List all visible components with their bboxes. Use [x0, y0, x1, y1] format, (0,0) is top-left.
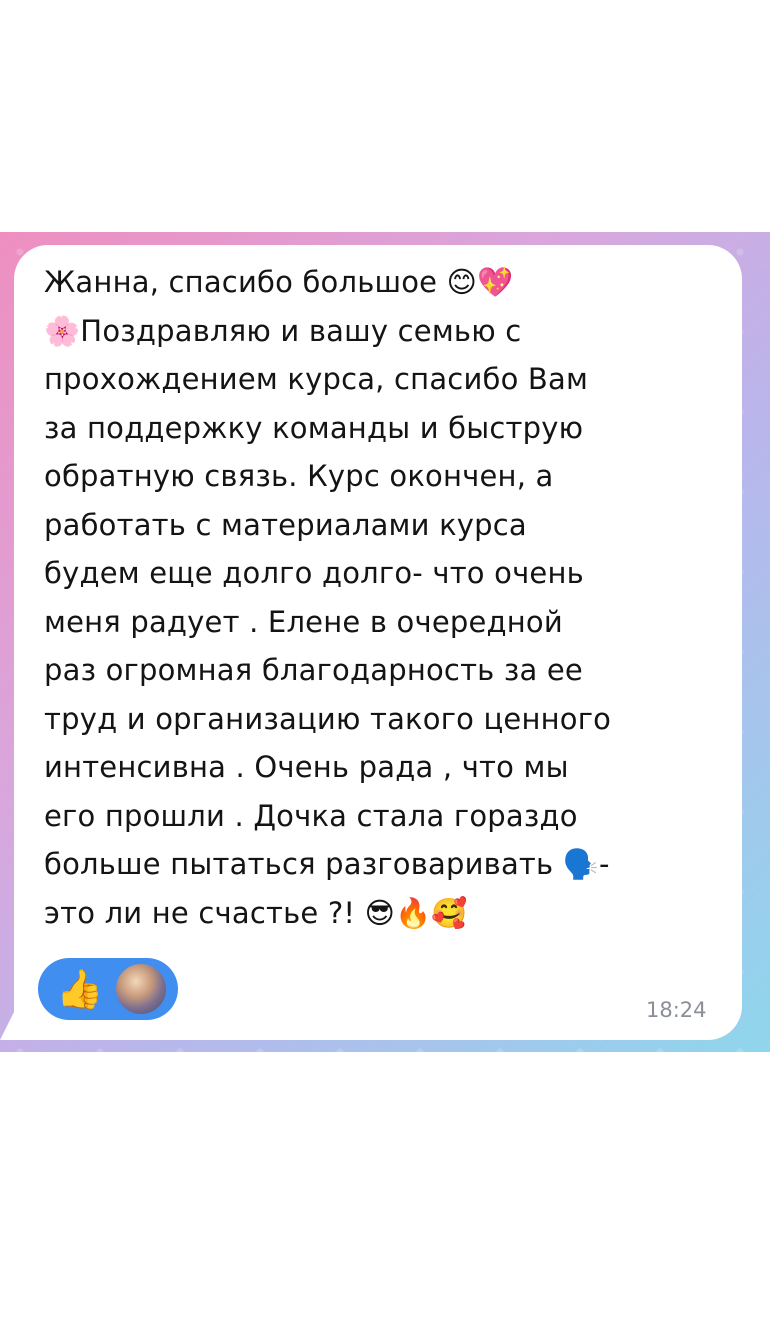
message-line: меня радует . Елене в очередной [44, 604, 563, 639]
message-line: обратную связь. Курс окончен, а [44, 459, 554, 493]
avatar [114, 962, 168, 1016]
message-line: работать с материалами курса [44, 507, 527, 542]
message-line: больше пытаться разговаривать 🗣️- [44, 847, 610, 881]
message-line: за поддержку команды и быструю [44, 410, 584, 445]
message-line: будем еще долго долго- что очень [44, 556, 584, 590]
message-text: Жанна, спасибо большое 😊💖 🌸Поздравляю и … [44, 258, 734, 937]
message-line: интенсивна . Очень рада , что мы [44, 750, 569, 784]
thumbs-up-icon: 👍 [56, 967, 104, 1011]
message-line: 🌸Поздравляю и вашу семью с [44, 313, 522, 348]
message-line: раз огромная благодарность за ее [44, 653, 583, 687]
message-line: его прошли . Дочка стала гораздо [44, 798, 578, 833]
message-line: прохождением курса, спасибо Вам [44, 362, 589, 396]
message-line: Жанна, спасибо большое 😊💖 [44, 265, 514, 299]
message-timestamp: 18:24 [646, 998, 707, 1022]
message-bubble-tail [0, 1004, 18, 1040]
message-line: труд и организацию такого ценного [44, 701, 612, 736]
message-line: это ли не счастье ?! 😎🔥🥰 [44, 895, 468, 930]
